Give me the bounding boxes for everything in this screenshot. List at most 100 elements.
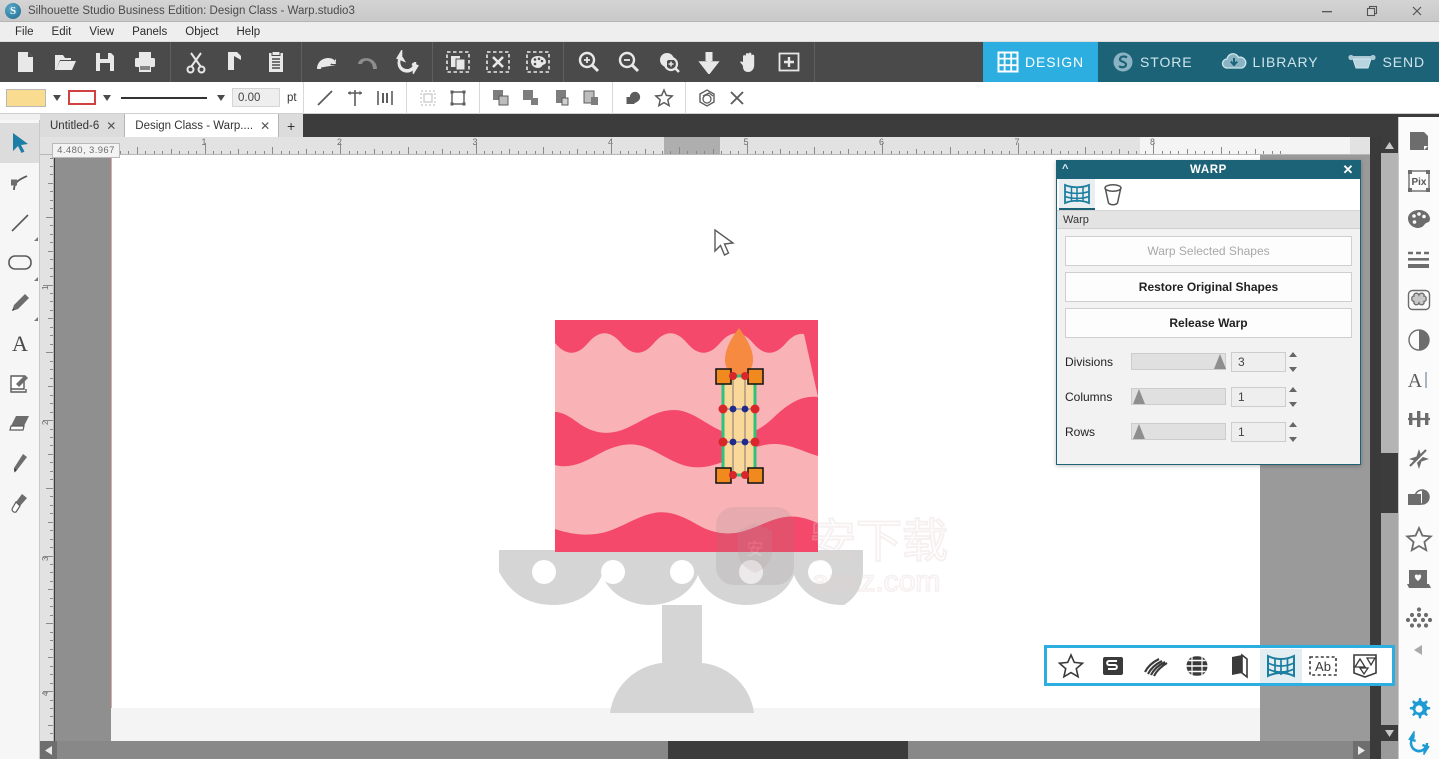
delete-x-icon[interactable] — [722, 83, 752, 113]
pencil-draw-tool[interactable] — [0, 283, 39, 323]
scroll-right-button[interactable] — [1353, 741, 1370, 759]
scroll-up-button[interactable] — [1381, 137, 1398, 153]
zoom-selection-icon[interactable] — [649, 42, 689, 82]
minimize-button[interactable] — [1304, 0, 1349, 21]
line-style-preview[interactable] — [121, 97, 207, 99]
stepper-up-icon[interactable] — [1289, 352, 1297, 357]
text-select-icon[interactable]: Ab — [1302, 649, 1344, 683]
menu-panels[interactable]: Panels — [123, 24, 176, 40]
offset-icon[interactable] — [692, 83, 722, 113]
tab-untitled-6[interactable]: Untitled-6 ✕ — [40, 114, 125, 137]
slider-thumb[interactable] — [1214, 354, 1226, 369]
slider-thumb[interactable] — [1133, 389, 1145, 404]
fit-to-page-icon[interactable] — [689, 42, 729, 82]
paste-clipboard-icon[interactable] — [256, 42, 296, 82]
copy-icon[interactable] — [216, 42, 256, 82]
weld-icon[interactable] — [619, 83, 649, 113]
send-to-back-icon[interactable] — [576, 83, 606, 113]
select-arrow-tool[interactable] — [0, 123, 39, 163]
columns-slider[interactable] — [1131, 388, 1226, 405]
line-style-caret-down-icon[interactable] — [217, 95, 225, 101]
bring-forward-icon[interactable] — [516, 83, 546, 113]
distribute-icon[interactable] — [370, 83, 400, 113]
columns-stepper[interactable] — [1289, 387, 1301, 407]
knockout-icon[interactable] — [1092, 649, 1134, 683]
bring-to-front-icon[interactable] — [486, 83, 516, 113]
slider-thumb[interactable] — [1133, 424, 1145, 439]
divisions-slider[interactable] — [1131, 353, 1226, 370]
star-shape-icon[interactable] — [1050, 649, 1092, 683]
rows-slider[interactable] — [1131, 423, 1226, 440]
nav-store[interactable]: STORE — [1098, 42, 1206, 82]
undo-icon[interactable] — [307, 42, 347, 82]
redo-icon[interactable] — [347, 42, 387, 82]
nav-send[interactable]: SEND — [1333, 42, 1439, 82]
rhinestone-icon[interactable] — [1399, 599, 1439, 639]
scroll-down-button[interactable] — [1381, 725, 1398, 741]
tab-design-class-warp[interactable]: Design Class - Warp.... ✕ — [125, 114, 279, 137]
sync-icon[interactable] — [1399, 727, 1439, 758]
open-folder-icon[interactable] — [45, 42, 85, 82]
rows-input[interactable]: 1 — [1231, 422, 1286, 442]
line-style-icon[interactable] — [1399, 240, 1439, 280]
tab-close-icon[interactable]: ✕ — [260, 119, 270, 133]
transform-icon[interactable] — [1399, 400, 1439, 440]
flyout-arrow-icon[interactable] — [34, 277, 38, 281]
group-icon[interactable] — [413, 83, 443, 113]
refresh-icon[interactable] — [387, 42, 427, 82]
close-button[interactable] — [1394, 0, 1439, 21]
new-tab-button[interactable]: + — [279, 114, 303, 137]
vertical-scroll-thumb[interactable] — [1381, 453, 1398, 513]
fill-palette-icon[interactable] — [1399, 201, 1439, 241]
collapse-arrow-icon[interactable] — [1399, 638, 1439, 662]
star-shape-icon[interactable] — [649, 83, 679, 113]
menu-help[interactable]: Help — [228, 24, 270, 40]
flyout-arrow-icon[interactable] — [34, 237, 38, 241]
fit-to-window-icon[interactable] — [769, 42, 809, 82]
align-center-icon[interactable] — [340, 83, 370, 113]
hatch-fill-icon[interactable] — [1134, 649, 1176, 683]
knife-tool[interactable] — [0, 443, 39, 483]
library-heart-icon[interactable] — [1399, 559, 1439, 599]
shapes-icon[interactable] — [1399, 519, 1439, 559]
select-all-icon[interactable] — [438, 42, 478, 82]
nav-design[interactable]: DESIGN — [983, 42, 1098, 82]
fill-caret-down-icon[interactable] — [53, 95, 61, 101]
line-width-input[interactable]: 0.00 — [232, 88, 280, 107]
menu-edit[interactable]: Edit — [43, 24, 81, 40]
vertical-ruler[interactable]: 1234567 — [40, 155, 54, 741]
restore-button[interactable] — [1349, 0, 1394, 21]
release-warp-button[interactable]: Release Warp — [1065, 308, 1352, 338]
restore-original-shapes-button[interactable]: Restore Original Shapes — [1065, 272, 1352, 302]
modify-icon[interactable] — [1399, 439, 1439, 479]
eyedropper-tool[interactable] — [0, 483, 39, 523]
line-draw-tool[interactable] — [0, 203, 39, 243]
warp-grid-icon[interactable] — [1260, 649, 1302, 683]
panel-tab-warp[interactable] — [1059, 179, 1095, 210]
new-document-icon[interactable] — [5, 42, 45, 82]
deselect-all-icon[interactable] — [478, 42, 518, 82]
text-tool[interactable]: A — [0, 323, 39, 363]
fill-color-swatch[interactable] — [6, 89, 46, 107]
print-icon[interactable] — [125, 42, 165, 82]
menu-file[interactable]: File — [6, 24, 43, 40]
horizontal-scroll-thumb[interactable] — [668, 741, 908, 759]
select-by-color-icon[interactable] — [518, 42, 558, 82]
save-icon[interactable] — [85, 42, 125, 82]
pixscan-icon[interactable]: Pix — [1399, 161, 1439, 201]
stepper-down-icon[interactable] — [1289, 437, 1297, 442]
panel-tab-conical-warp[interactable] — [1095, 179, 1131, 210]
horizontal-scrollbar[interactable] — [40, 741, 1370, 759]
divisions-input[interactable]: 3 — [1231, 352, 1286, 372]
page-setup-icon[interactable] — [1399, 121, 1439, 161]
pan-hand-icon[interactable] — [729, 42, 769, 82]
flyout-arrow-icon[interactable] — [34, 317, 38, 321]
stroke-caret-down-icon[interactable] — [103, 95, 111, 101]
sphere-warp-icon[interactable] — [1176, 649, 1218, 683]
stepper-up-icon[interactable] — [1289, 422, 1297, 427]
menu-object[interactable]: Object — [176, 24, 227, 40]
vertical-scroll-track-upper[interactable] — [1381, 153, 1398, 453]
zoom-in-icon[interactable] — [569, 42, 609, 82]
text-style-icon[interactable]: A — [1399, 360, 1439, 400]
warp-panel[interactable]: ^ WARP ✕ Warp Warp Selected Shapes — [1056, 160, 1361, 465]
